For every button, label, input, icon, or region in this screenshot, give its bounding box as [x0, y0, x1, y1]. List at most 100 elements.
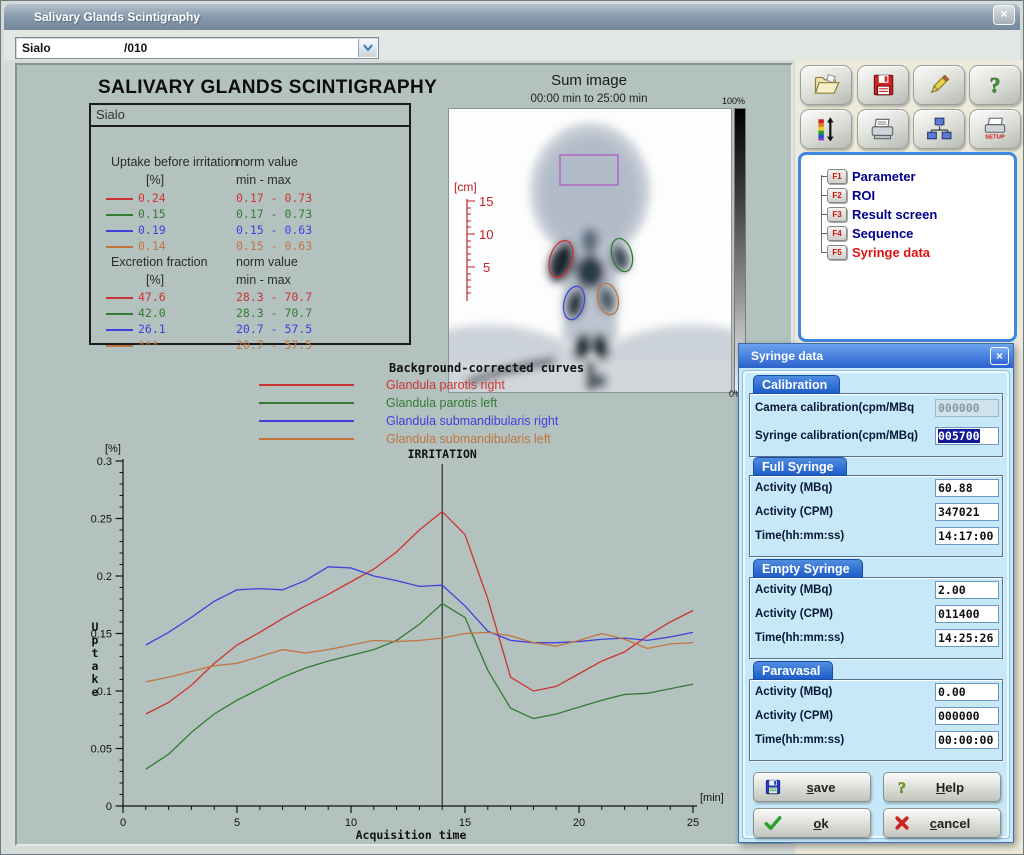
excretion-title: Excretion fraction — [111, 255, 208, 269]
title-bar: Salivary Glands Scintigraphy — [4, 4, 1020, 30]
norm-range: 28.3 - 70.7 — [236, 290, 312, 304]
syringe-data-dialog: Syringe data × Calibration Camera calibr… — [738, 343, 1014, 843]
table-row: 42.0 28.3 - 70.7 — [91, 306, 409, 322]
series-swatch — [106, 345, 133, 347]
tab-empty-syringe: Empty Syringe — [753, 559, 863, 578]
legend-swatch — [259, 420, 354, 422]
dialog-title: Syringe data — [751, 349, 823, 363]
color-scale-button[interactable] — [800, 109, 852, 149]
window-close-icon[interactable]: × — [993, 5, 1015, 25]
f1-key-icon: F1 — [827, 169, 847, 184]
ok-button[interactable]: ok — [753, 808, 871, 838]
svg-text:0.05: 0.05 — [91, 744, 112, 756]
f3-key-icon: F3 — [827, 207, 847, 222]
page-title: SALIVARY GLANDS SCINTIGRAPHY — [98, 77, 437, 99]
series-swatch — [106, 297, 133, 299]
menu-item-result-screen[interactable]: F3 Result screen — [821, 205, 937, 224]
floppy-disk-icon — [870, 72, 896, 98]
svg-text:0: 0 — [120, 817, 126, 829]
colorbar-max-label: 100% — [707, 96, 745, 106]
cancel-button[interactable]: cancel — [883, 808, 1001, 838]
svg-text:0: 0 — [106, 801, 112, 813]
svg-text:0.25: 0.25 — [91, 514, 112, 526]
pencil-icon — [926, 72, 952, 98]
legend-swatch — [259, 402, 354, 404]
svg-text:[%]: [%] — [105, 443, 121, 455]
help-button[interactable]: ? — [969, 65, 1021, 105]
svg-text:t: t — [92, 646, 99, 660]
question-mark-icon: ? — [894, 778, 910, 796]
svg-text:5: 5 — [234, 817, 240, 829]
calibration-box — [749, 393, 1003, 457]
uptake-value: 0.15 — [138, 207, 166, 221]
legend-title: Background-corrected curves — [389, 361, 691, 375]
chevron-down-icon[interactable] — [358, 39, 377, 57]
table-row: 26.1 20.7 - 57.5 — [91, 322, 409, 338]
svg-text:?: ? — [898, 780, 906, 796]
save-button[interactable] — [857, 65, 909, 105]
help-button[interactable]: ? Help — [883, 772, 1001, 802]
scale-tick: 15 — [479, 194, 493, 209]
uptake-range-label: min - max — [236, 173, 291, 187]
svg-text:20: 20 — [573, 817, 585, 829]
tab-calibration: Calibration — [753, 375, 840, 394]
svg-text:0.3: 0.3 — [97, 456, 112, 468]
tab-full-syringe: Full Syringe — [753, 457, 847, 476]
study-id: /010 — [124, 41, 147, 55]
color-scale-icon — [813, 116, 839, 142]
network-button[interactable] — [913, 109, 965, 149]
table-row: 47.6 28.3 - 70.7 — [91, 290, 409, 306]
dialog-close-icon[interactable]: × — [990, 347, 1009, 365]
results-table-header: Sialo — [91, 105, 409, 127]
menu-item-parameter[interactable]: F1 Parameter — [821, 167, 916, 186]
function-menu: F1 Parameter F2 ROI F3 Result screen F4 … — [798, 152, 1017, 342]
uptake-value: 0.24 — [138, 191, 166, 205]
menu-item-roi[interactable]: F2 ROI — [821, 186, 875, 205]
menu-item-label: Parameter — [852, 169, 916, 184]
series-swatch — [106, 230, 133, 232]
menu-item-label: Sequence — [852, 226, 913, 241]
norm-range: 20.7 - 57.5 — [236, 322, 312, 336]
print-button[interactable] — [857, 109, 909, 149]
svg-text:a: a — [92, 659, 99, 673]
f2-key-icon: F2 — [827, 188, 847, 203]
series-swatch — [106, 313, 133, 315]
edit-button[interactable] — [913, 65, 965, 105]
uptake-value: 0.14 — [138, 239, 166, 253]
svg-text:p: p — [92, 633, 99, 647]
print-setup-button[interactable]: SETUP — [969, 109, 1021, 149]
excretion-value: 42.0 — [138, 306, 166, 320]
open-button[interactable] — [800, 65, 852, 105]
norm-range: 20.7 - 57.5 — [236, 338, 312, 352]
table-row: 0.15 0.17 - 0.73 — [91, 207, 409, 223]
table-row: 0.14 0.15 - 0.63 — [91, 239, 409, 255]
legend-item: Glandula submandibularis right — [251, 412, 691, 429]
table-row: *** 20.7 - 57.5 — [91, 338, 409, 354]
legend-item: Glandula parotis right — [251, 376, 691, 393]
svg-text:?: ? — [990, 74, 1001, 98]
menu-item-syringe-data[interactable]: F5 Syringe data — [821, 243, 930, 262]
empty-syringe-box — [749, 577, 1003, 659]
cross-icon — [894, 815, 910, 831]
series-swatch — [106, 198, 133, 200]
norm-range: 0.15 - 0.63 — [236, 239, 312, 253]
save-button[interactable]: save — [753, 772, 871, 802]
scale-unit-label: [cm] — [454, 180, 477, 194]
excretion-value: *** — [138, 338, 159, 352]
svg-text:0.1: 0.1 — [97, 686, 112, 698]
svg-text:IRRITATION: IRRITATION — [408, 447, 477, 461]
study-selector[interactable]: Sialo /010 — [15, 37, 379, 59]
scale-tick: 5 — [483, 260, 490, 275]
menu-item-sequence[interactable]: F4 Sequence — [821, 224, 913, 243]
sum-image-title: Sum image — [448, 72, 730, 89]
svg-text:e: e — [92, 685, 99, 699]
check-icon — [764, 815, 782, 831]
menu-item-label: Syringe data — [852, 245, 930, 260]
folder-open-icon — [812, 72, 840, 98]
norm-range: 0.17 - 0.73 — [236, 191, 312, 205]
question-mark-icon: ? — [982, 72, 1008, 98]
setup-label: SETUP — [985, 135, 1005, 141]
help-button-label: Help — [910, 780, 990, 795]
ok-button-label: ok — [782, 816, 860, 831]
floppy-disk-icon — [764, 778, 782, 796]
